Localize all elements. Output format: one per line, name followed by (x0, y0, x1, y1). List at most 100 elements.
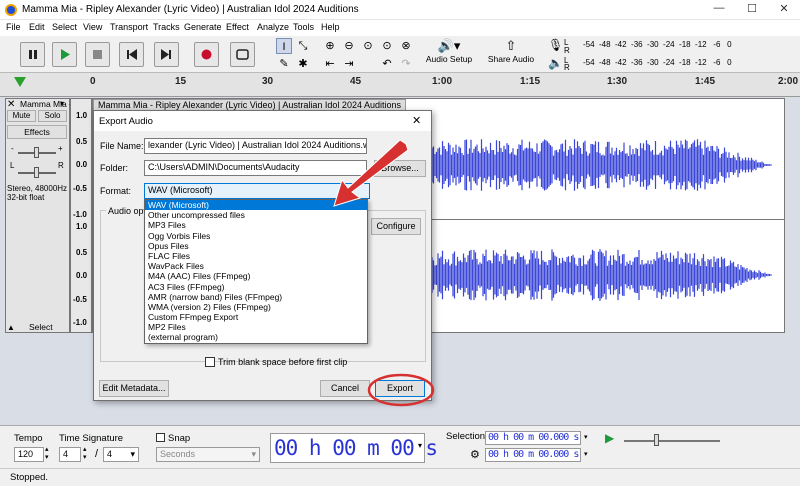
minimize-button[interactable]: — (705, 2, 733, 18)
menu-effect[interactable]: Effect (226, 22, 249, 32)
menu-analyze[interactable]: Analyze (257, 22, 289, 32)
stop-button[interactable] (85, 42, 110, 67)
share-icon: ⇧ (505, 38, 517, 53)
skip-to-end-button[interactable] (154, 42, 179, 67)
skip-to-start-button[interactable] (119, 42, 144, 67)
selection-settings-gear-icon[interactable]: ⚙ (470, 448, 480, 461)
dropdown-arrow-icon: ▾ (251, 449, 256, 459)
format-option-mp3[interactable]: MP3 Files (145, 220, 367, 230)
trim-checkbox[interactable] (205, 357, 215, 367)
undo-icon[interactable]: ↶ (379, 56, 395, 72)
track-name-menu[interactable]: Mamma Mia - (20, 99, 72, 109)
dialog-close-button[interactable]: ✕ (412, 114, 421, 127)
time-sig-numerator[interactable]: 4 (59, 447, 81, 462)
microphone-icon: 🎙 (548, 38, 564, 52)
record-button[interactable] (194, 42, 219, 67)
zoom-toggle-icon[interactable]: ⊗ (398, 38, 414, 54)
snap-checkbox[interactable] (156, 433, 165, 442)
menu-transport[interactable]: Transport (110, 22, 148, 32)
cancel-button[interactable]: Cancel (320, 380, 370, 397)
format-option-external[interactable]: (external program) (145, 332, 367, 342)
draw-tool-icon[interactable]: ✎ (276, 56, 292, 72)
zoom-in-icon[interactable]: ⊕ (322, 38, 338, 54)
menu-view[interactable]: View (83, 22, 102, 32)
share-audio-button[interactable]: ⇧ Share Audio (484, 38, 538, 70)
selection-end-time[interactable]: 00 h 00 m 00.000 s (485, 448, 581, 462)
mute-button[interactable]: Mute (7, 110, 36, 122)
menu-generate[interactable]: Generate (184, 22, 222, 32)
gain-plus-icon: + (58, 144, 63, 153)
menu-edit[interactable]: Edit (29, 22, 45, 32)
dropdown-arrow-icon[interactable]: ▾ (584, 450, 588, 458)
track-close-icon[interactable]: ✕ (7, 99, 15, 110)
zoom-out-icon[interactable]: ⊖ (341, 38, 357, 54)
time-display[interactable]: 00 h 00 m 00 s (270, 433, 438, 463)
playback-meter-scale[interactable]: -54 -48 -42 -36 -30 -24 -18 -12 -6 0 (583, 58, 732, 67)
gain-slider-thumb[interactable] (34, 147, 39, 158)
format-dropdown-list[interactable]: WAV (Microsoft) Other uncompressed files… (144, 199, 368, 344)
pan-left-label: L (10, 161, 15, 170)
format-option-amr[interactable]: AMR (narrow band) Files (FFmpeg) (145, 292, 367, 302)
menu-file[interactable]: File (6, 22, 21, 32)
menu-tools[interactable]: Tools (293, 22, 314, 32)
track-info-rate: Stereo, 48000Hz (7, 184, 68, 193)
format-option-mp2[interactable]: MP2 Files (145, 322, 367, 332)
waveform-display[interactable] (432, 122, 777, 327)
close-window-button[interactable]: ✕ (770, 2, 798, 18)
selection-start-time[interactable]: 00 h 00 m 00.000 s (485, 431, 581, 445)
format-option-opus[interactable]: Opus Files (145, 241, 367, 251)
play-head-icon[interactable] (14, 77, 26, 87)
time-format-menu-icon[interactable]: ▾ (418, 441, 422, 450)
format-option-flac[interactable]: FLAC Files (145, 251, 367, 261)
effects-button[interactable]: Effects (7, 125, 67, 139)
trim-outside-icon[interactable]: ⇤ (322, 56, 338, 72)
scale-label: -1.0 (73, 210, 87, 219)
redo-icon[interactable]: ↷ (398, 56, 414, 72)
silence-selection-icon[interactable]: ⇥ (341, 56, 357, 72)
menu-tracks[interactable]: Tracks (153, 22, 180, 32)
format-option-m4a[interactable]: M4A (AAC) Files (FFmpeg) (145, 271, 367, 281)
gain-minus-icon: - (11, 144, 14, 153)
format-option-wavpack[interactable]: WavPack Files (145, 261, 367, 271)
configure-button[interactable]: Configure (371, 218, 421, 235)
timeline-ruler[interactable] (0, 73, 800, 97)
time-sig-spinner-icon[interactable]: ▴ ▾ (83, 446, 87, 462)
edit-metadata-button[interactable]: Edit Metadata... (99, 380, 169, 397)
tempo-input[interactable]: 120 (14, 447, 44, 462)
ruler-tick: 1:45 (695, 76, 716, 87)
envelope-tool-icon[interactable]: ⤡ (295, 38, 311, 54)
loop-button[interactable] (230, 42, 255, 67)
format-option-uncompressed[interactable]: Other uncompressed files (145, 210, 367, 220)
play-button[interactable] (52, 42, 77, 67)
format-option-custom-ffmpeg[interactable]: Custom FFmpeg Export (145, 312, 367, 322)
selection-tool-icon[interactable]: I (276, 38, 292, 54)
fit-project-icon[interactable]: ⊙ (379, 38, 395, 54)
solo-button[interactable]: Solo (38, 110, 67, 122)
select-track-button[interactable]: Select (29, 322, 53, 332)
tempo-spinner-icon[interactable]: ▴ ▾ (45, 446, 49, 462)
format-option-wma[interactable]: WMA (version 2) Files (FFmpeg) (145, 302, 367, 312)
maximize-button[interactable]: ☐ (738, 2, 766, 18)
loop-icon (236, 49, 249, 60)
pan-slider-thumb[interactable] (34, 167, 39, 178)
multi-tool-icon[interactable]: ✱ (295, 56, 311, 72)
time-sig-denominator-value: 4 (107, 449, 113, 459)
time-sig-denominator[interactable]: 4 ▾ (103, 447, 139, 462)
fit-selection-icon[interactable]: ⊙ (360, 38, 376, 54)
play-at-speed-icon[interactable]: ▶ (605, 431, 614, 445)
snap-unit-select[interactable]: Seconds ▾ (156, 447, 260, 462)
menu-help[interactable]: Help (321, 22, 340, 32)
status-bar (0, 468, 800, 486)
track-menu-arrow-icon[interactable]: ▾ (60, 99, 64, 108)
format-option-ogg[interactable]: Ogg Vorbis Files (145, 231, 367, 241)
pause-icon (29, 50, 37, 59)
collapse-icon[interactable]: ▲ (7, 323, 15, 332)
audio-setup-button[interactable]: 🔊▾ Audio Setup (424, 38, 474, 70)
dropdown-arrow-icon[interactable]: ▾ (584, 433, 588, 441)
record-meter-scale[interactable]: -54 -48 -42 -36 -30 -24 -18 -12 -6 0 (583, 40, 732, 49)
format-option-ac3[interactable]: AC3 Files (FFmpeg) (145, 282, 367, 292)
play-speed-slider[interactable] (624, 440, 720, 442)
pause-button[interactable] (20, 42, 45, 67)
menu-select[interactable]: Select (52, 22, 77, 32)
play-speed-thumb[interactable] (654, 434, 659, 446)
